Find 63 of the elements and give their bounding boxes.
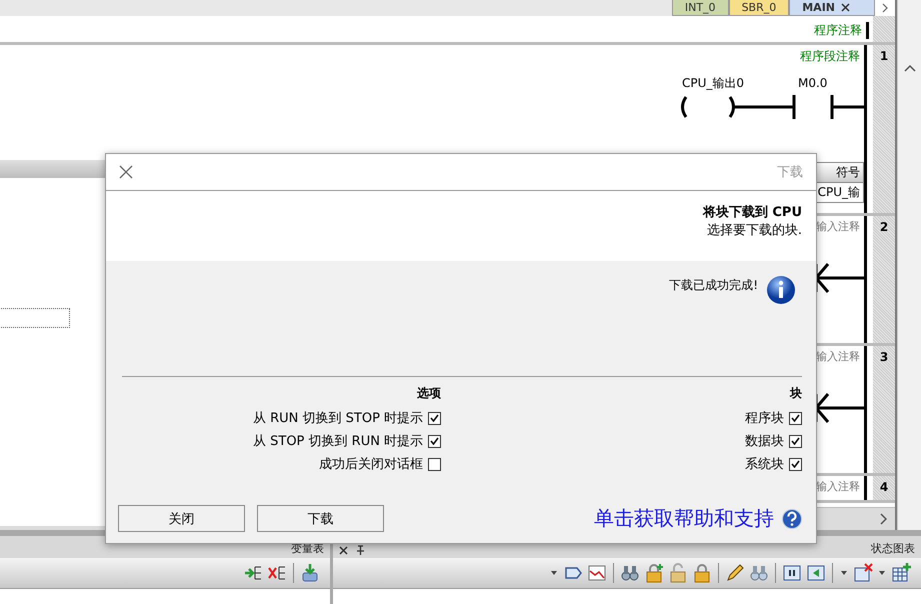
input-field[interactable] bbox=[0, 308, 70, 328]
table-add-icon[interactable] bbox=[891, 563, 911, 583]
contact-label: M0.0 bbox=[798, 76, 828, 90]
network-number: 1 bbox=[873, 45, 895, 213]
gutter-cell bbox=[873, 16, 895, 42]
panel-title: 状态图表 bbox=[871, 541, 915, 556]
close-icon[interactable] bbox=[119, 165, 133, 179]
checkbox[interactable] bbox=[428, 458, 442, 470]
ladder-rung-drawing[interactable] bbox=[681, 95, 864, 119]
checkbox[interactable] bbox=[789, 458, 802, 470]
table-delete-icon[interactable] bbox=[853, 563, 873, 583]
binoculars-icon[interactable] bbox=[749, 563, 769, 583]
pin-icon[interactable] bbox=[356, 545, 365, 556]
checkbox-label: 成功后关闭对话框 bbox=[319, 456, 424, 473]
checkbox-label: 数据块 bbox=[745, 433, 784, 450]
group-heading: 选项 bbox=[417, 385, 442, 402]
checkbox-label: 从 STOP 切换到 RUN 时提示 bbox=[253, 433, 424, 450]
scroll-right-icon[interactable] bbox=[879, 513, 887, 525]
dialog-button[interactable]: 下载 bbox=[257, 505, 384, 532]
table-cell-text: CPU_输 bbox=[816, 184, 861, 201]
checkbox-label: 系统块 bbox=[745, 456, 784, 473]
editor-tab[interactable]: MAIN bbox=[789, 0, 875, 16]
dialog-title: 下载 bbox=[777, 164, 803, 181]
lock-add-icon[interactable] bbox=[644, 563, 664, 583]
pause-icon[interactable] bbox=[782, 563, 802, 583]
editor-tab[interactable]: SBR_0 bbox=[728, 0, 790, 16]
dialog-heading: 将块下载到 CPU bbox=[702, 204, 802, 221]
caret-icon bbox=[882, 3, 888, 13]
help-icon[interactable] bbox=[782, 508, 802, 528]
trend-chart-icon[interactable] bbox=[587, 563, 607, 583]
info-icon bbox=[767, 276, 795, 304]
unlock-icon[interactable] bbox=[668, 563, 688, 583]
checkbox[interactable] bbox=[789, 434, 802, 448]
network-comment[interactable]: 输入注释 bbox=[816, 219, 860, 234]
network-number: 2 bbox=[873, 216, 895, 343]
tab-scroll-button[interactable] bbox=[875, 0, 895, 16]
vertical-scrollbar[interactable] bbox=[897, 0, 921, 530]
dialog-button[interactable]: 关闭 bbox=[118, 505, 245, 532]
network-comment[interactable]: 程序段注释 bbox=[800, 48, 860, 65]
binoculars-icon[interactable] bbox=[620, 563, 640, 583]
help-link[interactable]: 单击获取帮助和支持 bbox=[594, 505, 774, 532]
network-comment[interactable]: 输入注释 bbox=[816, 479, 860, 494]
checkbox-label: 程序块 bbox=[745, 410, 784, 427]
checkbox[interactable] bbox=[789, 412, 802, 424]
network-number: 4 bbox=[873, 476, 895, 500]
checkbox[interactable] bbox=[428, 434, 442, 448]
pencil-icon[interactable] bbox=[725, 563, 745, 583]
lock-icon[interactable] bbox=[692, 563, 712, 583]
scroll-up-icon[interactable] bbox=[904, 64, 916, 72]
network-number: 3 bbox=[873, 346, 895, 473]
editor-tab[interactable]: INT_0 bbox=[672, 0, 729, 16]
program-comment[interactable]: 程序注释 bbox=[814, 22, 869, 39]
close-icon[interactable] bbox=[841, 3, 850, 12]
checkbox[interactable] bbox=[428, 412, 442, 424]
network-comment[interactable]: 输入注释 bbox=[816, 349, 860, 364]
checkbox-label: 从 RUN 切换到 STOP 时提示 bbox=[253, 410, 424, 427]
dialog-subheading: 选择要下载的块. bbox=[706, 222, 802, 239]
download-icon[interactable] bbox=[300, 563, 320, 583]
status-message: 下载已成功完成! bbox=[669, 277, 758, 294]
group-heading: 块 bbox=[790, 385, 802, 402]
coil-label: CPU_输出0 bbox=[682, 76, 744, 90]
close-icon[interactable] bbox=[339, 546, 348, 555]
back-icon[interactable] bbox=[806, 563, 826, 583]
